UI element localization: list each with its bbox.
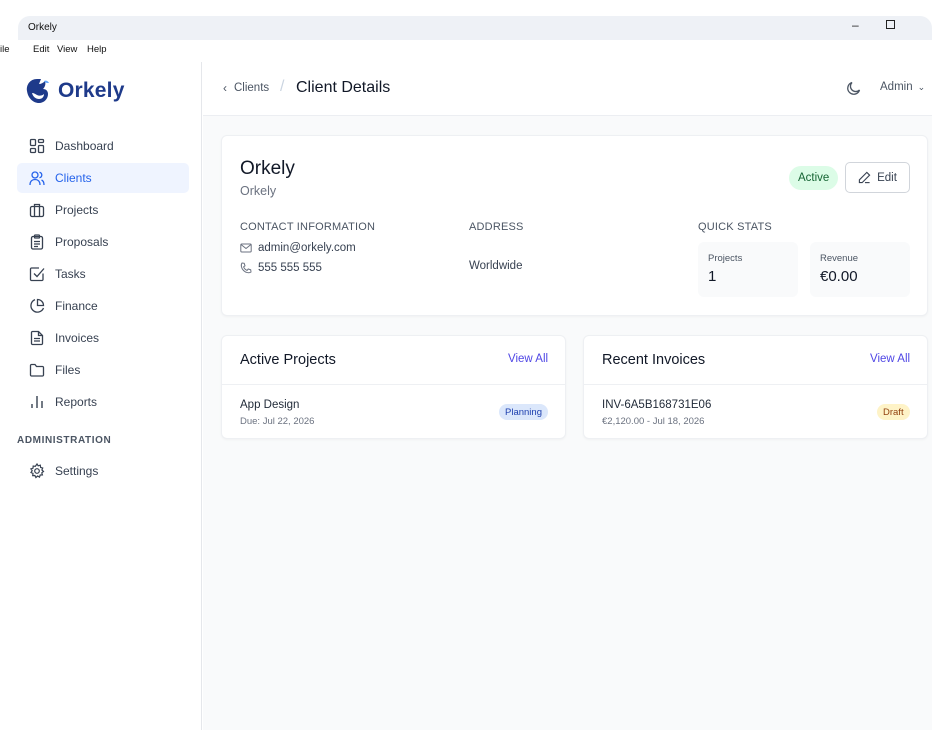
status-badge: Draft (877, 404, 910, 420)
contact-phone: 555 555 555 (240, 262, 322, 274)
window-titlebar: Orkely – (18, 16, 932, 40)
invoice-detail: €2,120.00 - Jul 18, 2026 (602, 416, 705, 427)
app-name: Orkely (58, 79, 125, 102)
sidebar-item-label: Files (55, 363, 81, 377)
divider (222, 384, 565, 385)
section-label-administration: ADMINISTRATION (17, 435, 112, 446)
status-badge: Active (789, 166, 839, 190)
clipboard-icon (30, 234, 44, 250)
recent-invoices-card: Recent Invoices View All INV-6A5B168731E… (583, 335, 928, 439)
stat-label: Revenue (820, 253, 859, 264)
pie-chart-icon (30, 298, 45, 313)
stat-label: Projects (708, 253, 743, 264)
client-details-card: Orkely Orkely Active Edit CONTACT INFORM… (221, 135, 928, 316)
page-header: ‹ Clients / Client Details Admin ⌄ (203, 62, 932, 116)
breadcrumb-separator: / (280, 78, 285, 95)
stat-projects: Projects 1 (698, 242, 798, 297)
card-title: Recent Invoices (602, 352, 706, 368)
sidebar-item-dashboard[interactable]: Dashboard (17, 131, 189, 161)
sidebar-item-label: Finance (55, 299, 98, 313)
users-icon (29, 171, 45, 186)
client-company: Orkely (240, 184, 277, 198)
mail-icon (240, 243, 252, 253)
briefcase-icon (29, 203, 45, 218)
menu-file[interactable]: ile (0, 44, 10, 55)
sidebar-item-label: Settings (55, 464, 99, 478)
maximize-button[interactable] (886, 20, 895, 29)
sidebar-item-reports[interactable]: Reports (17, 387, 189, 417)
status-badge: Planning (499, 404, 548, 420)
address-heading: ADDRESS (469, 221, 524, 233)
sidebar-item-label: Invoices (55, 331, 100, 345)
page-title: Client Details (296, 79, 391, 96)
dashboard-icon (29, 138, 45, 154)
moon-icon[interactable] (846, 80, 862, 96)
sidebar-item-settings[interactable]: Settings (17, 456, 189, 486)
stat-value: 1 (708, 268, 717, 285)
sidebar-item-invoices[interactable]: Invoices (17, 323, 189, 353)
sidebar-item-projects[interactable]: Projects (17, 195, 189, 225)
divider (584, 384, 927, 385)
checkbox-icon (29, 267, 45, 282)
sidebar-item-tasks[interactable]: Tasks (17, 259, 189, 289)
edit-button-label: Edit (877, 171, 897, 184)
bar-chart-icon (31, 396, 43, 408)
phone-value: 555 555 555 (258, 262, 322, 274)
address-value: Worldwide (469, 260, 523, 272)
folder-icon (29, 363, 45, 377)
user-name: Admin (880, 81, 913, 93)
user-menu[interactable]: Admin ⌄ (880, 81, 925, 93)
sidebar-item-finance[interactable]: Finance (17, 291, 189, 321)
card-title: Active Projects (240, 352, 336, 368)
orca-logo-icon (26, 79, 49, 103)
sidebar-item-label: Proposals (55, 235, 109, 249)
main-content: ‹ Clients / Client Details Admin ⌄ Orkel… (203, 62, 932, 730)
invoice-number: INV-6A5B168731E06 (602, 399, 712, 411)
minimize-button[interactable]: – (852, 18, 859, 32)
sidebar-item-proposals[interactable]: Proposals (17, 227, 189, 257)
project-name: App Design (240, 399, 300, 411)
app-logo[interactable]: Orkely (24, 76, 125, 106)
breadcrumb-back-link[interactable]: ‹ Clients (223, 81, 269, 95)
email-value: admin@orkely.com (258, 242, 356, 254)
stat-value: €0.00 (820, 268, 858, 285)
project-due: Due: Jul 22, 2026 (240, 416, 315, 427)
sidebar-item-label: Tasks (55, 267, 86, 281)
edit-button[interactable]: Edit (845, 162, 910, 193)
stat-revenue: Revenue €0.00 (810, 242, 910, 297)
contact-heading: CONTACT INFORMATION (240, 221, 376, 233)
pencil-icon (858, 171, 871, 184)
menu-view[interactable]: View (57, 44, 77, 55)
active-projects-card: Active Projects View All App Design Due:… (221, 335, 566, 439)
quick-stats-heading: QUICK STATS (698, 221, 772, 233)
chevron-left-icon: ‹ (223, 81, 227, 95)
sidebar-item-label: Reports (55, 395, 98, 409)
menu-edit[interactable]: Edit (33, 44, 49, 55)
file-text-icon (30, 330, 44, 346)
menu-help[interactable]: Help (87, 44, 107, 55)
sidebar: Orkely Dashboard Clients Projects Propos… (0, 62, 202, 730)
breadcrumb-clients: Clients (234, 82, 270, 94)
sidebar-item-label: Dashboard (55, 139, 114, 153)
view-all-projects-link[interactable]: View All (508, 353, 548, 365)
sidebar-item-files[interactable]: Files (17, 355, 189, 385)
chevron-down-icon: ⌄ (917, 81, 926, 92)
view-all-invoices-link[interactable]: View All (870, 353, 910, 365)
window-title: Orkely (28, 22, 57, 33)
sidebar-item-label: Clients (55, 171, 92, 185)
phone-icon (240, 262, 252, 274)
sidebar-item-clients[interactable]: Clients (17, 163, 189, 193)
sidebar-item-label: Projects (55, 203, 99, 217)
contact-email: admin@orkely.com (240, 242, 356, 254)
gear-icon (29, 463, 45, 479)
client-name: Orkely (240, 158, 295, 179)
